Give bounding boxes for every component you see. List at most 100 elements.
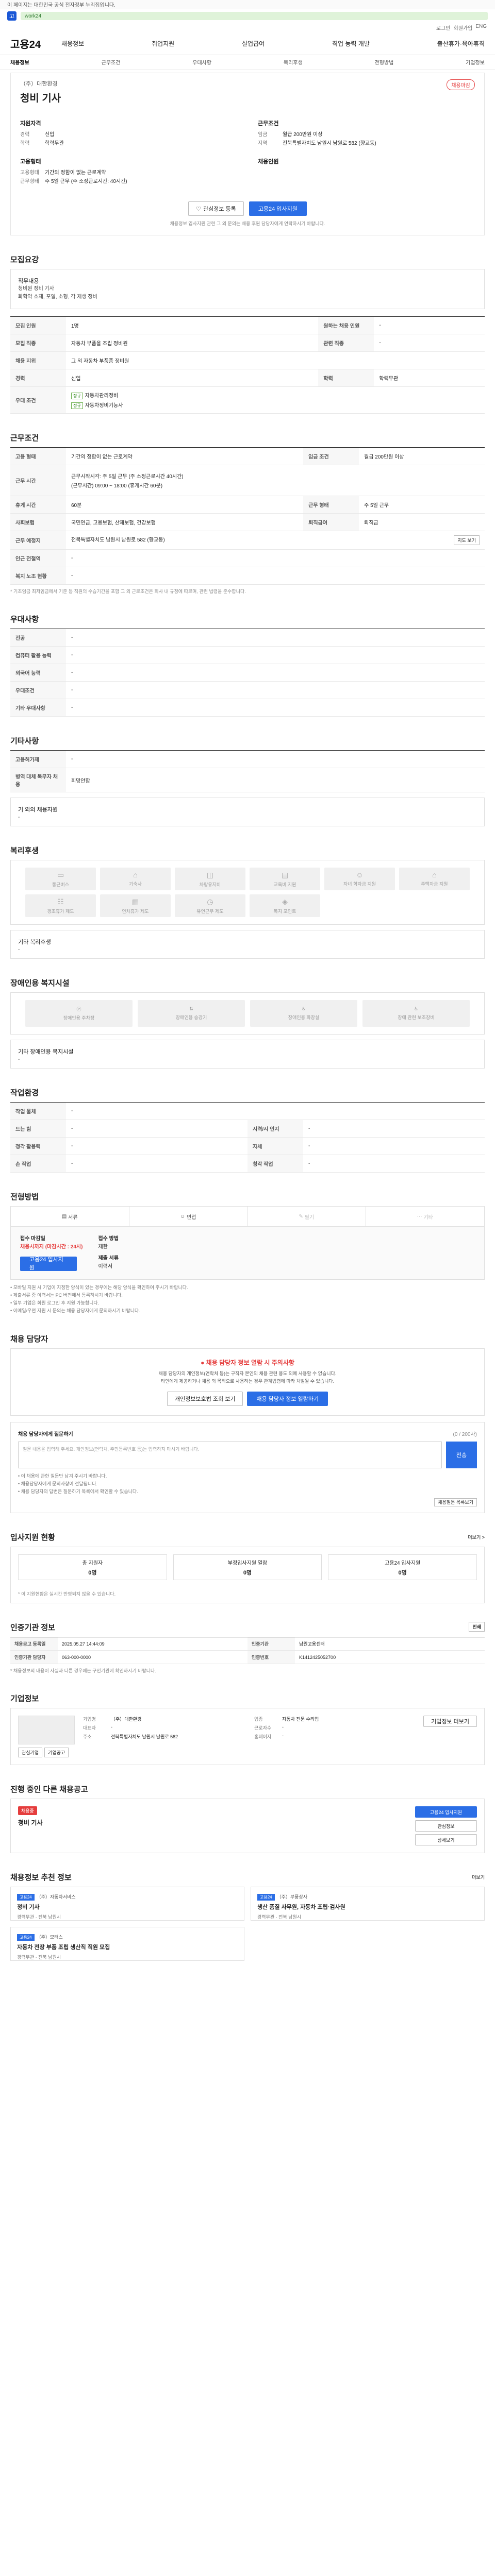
table-value: - (303, 1155, 485, 1173)
table-value: 월급 200만원 이상 (359, 447, 485, 465)
table-key: 기타 우대사항 (10, 699, 66, 717)
section-title: 우대사항 (10, 615, 39, 624)
other-extra-box: 기 외의 채용자원 - (10, 798, 485, 826)
question-send-button[interactable]: 전송 (446, 1442, 477, 1468)
util-links: 로그인 회원가입 ENG (0, 23, 495, 32)
privacy-law-button[interactable]: 개인정보보호법 조회 보기 (167, 1392, 243, 1406)
table-row: 사회보험 국민연금, 고용보험, 산재보험, 건강보험 퇴직급여 퇴직금 (10, 513, 485, 531)
ongoing-title[interactable]: 청비 기사 (18, 1818, 43, 1827)
table-row: 병역 대체 복무자 채용 희망안함 (10, 768, 485, 792)
condition-table: 고용 형태 기간의 정함이 없는 근로계약 임금 조건 월급 200만원 이상 근무 … (10, 447, 485, 585)
table-row: 근무 예정지 전북특별자치도 남원시 남원로 582 (향교동) 지도 보기 (10, 531, 485, 550)
gnb-item[interactable]: 채용정보 (61, 39, 84, 48)
table-value: - (66, 1137, 248, 1155)
section-title: 기타사항 (10, 737, 39, 745)
welfare-label: 경조휴가 제도 (47, 908, 74, 914)
bullet-line: • 일부 기업은 회원 로그인 후 지원 가능합니다. (10, 1300, 100, 1306)
table-value: 국민연금, 고용보험, 산재보험, 건강보험 (66, 513, 304, 531)
gnb-item[interactable]: 실업급여 (242, 39, 265, 48)
login-link[interactable]: 로그인 (436, 24, 451, 31)
ongoing-scrap-button[interactable]: 관심정보 (415, 1820, 477, 1832)
welfare-housing: ⌂ 주택자금 지원 (399, 868, 470, 890)
ongoing-apply-button[interactable]: 고용24 입사지원 (415, 1806, 477, 1818)
summary-headcount: 채용인원 (258, 157, 475, 186)
question-input[interactable]: 질문 내용을 입력해 주세요. 개인정보(연락처, 주민등록번호 등)는 입력하… (18, 1442, 442, 1468)
list-item[interactable]: 고용24 （주）모터스 자동차 전장 부품 조립 생산직 직원 모집 경력무관 ·… (10, 1927, 244, 1961)
table-value: - (66, 1155, 248, 1173)
apply-button-2[interactable]: 고용24 입사지원 (20, 1257, 77, 1271)
company-more-button[interactable]: 기업정보 더보기 (423, 1716, 477, 1727)
ongoing-detail-button[interactable]: 상세보기 (415, 1834, 477, 1845)
site-logo-icon[interactable]: 고 (7, 11, 16, 21)
table-value: - (66, 681, 485, 699)
table-key: 채용공고 등록일 (10, 1637, 58, 1650)
section-title: 작업환경 (10, 1089, 39, 1097)
gov-notice-text: 이 페이지는 대한민국 공식 전자정부 누리집입니다. (7, 3, 116, 8)
tab-welfare[interactable]: 복리후생 (284, 58, 303, 66)
welfare-label: 통근버스 (52, 882, 70, 887)
tab-company[interactable]: 기업정보 (466, 58, 485, 66)
welfare-extra-box: 기타 복리후생 - (10, 930, 485, 959)
step-label: 서류 (68, 1214, 78, 1221)
summary-key: 학력 (20, 141, 30, 146)
question-list-button[interactable]: 채용질문 목록보기 (434, 1498, 477, 1506)
table-value: K1412425052700 (299, 1654, 336, 1660)
signup-link[interactable]: 회원가입 (454, 24, 473, 31)
stat-value: 0명 (398, 1569, 407, 1576)
eng-link[interactable]: ENG (475, 24, 487, 31)
tab-method[interactable]: 전형방법 (375, 58, 394, 66)
welfare-point: ◈ 복지 포인트 (250, 894, 320, 917)
fav-company-button[interactable]: 관심기업 (18, 1748, 43, 1757)
elevator-icon: ⇅ (189, 1006, 193, 1011)
step-written: ✎ 필기 (248, 1207, 366, 1226)
table-key: 우대조건 (10, 681, 66, 699)
list-item[interactable]: 고용24 （주）자동차서비스 정비 기사 경력무관 · 전북 남원시 (10, 1887, 244, 1921)
list-item[interactable]: 고용24 （주）부품상사 생산 품질 사무원, 자동차 조립·검사원 경력무관 ·… (251, 1887, 485, 1921)
company-value: 전북특별자치도 남원시 남원로 582 (111, 1734, 178, 1739)
stat-view: 부정입사지원 열람 0명 (173, 1554, 322, 1580)
doc-value: 이력서 (98, 1264, 113, 1269)
gnb-item[interactable]: 취업지원 (152, 39, 174, 48)
welfare-edu: ▤ 교육비 지원 (250, 868, 320, 890)
person-icon: ☺ (180, 1213, 187, 1219)
table-key: 손 작업 (10, 1155, 66, 1173)
gnb-item[interactable]: 출산휴가·육아휴직 (437, 39, 485, 48)
section-tabs: 채용정보 근무조건 우대사항 복리후생 전형방법 기업정보 (0, 55, 495, 70)
table-row: 전공 - (10, 629, 485, 647)
step-label: 기타 (423, 1214, 433, 1221)
summary-heading: 근무조건 (258, 121, 279, 127)
table-row: 인근 전철역 - (10, 549, 485, 567)
recommend-more-link[interactable]: 더보기 (472, 1874, 485, 1880)
child-icon: ☺ (356, 871, 364, 879)
summary-value: 기간의 정함이 없는 근로계약 (45, 170, 106, 176)
tab-preference[interactable]: 우대사항 (192, 58, 211, 66)
table-row: 외국어 능력 - (10, 664, 485, 682)
status-more-link[interactable]: 더보기 > (468, 1534, 485, 1540)
more-icon: ⋯ (417, 1213, 424, 1219)
work-address: 전북특별자치도 남원시 남원로 582 (향교동) (71, 537, 165, 543)
address-bar[interactable]: work24 (21, 12, 488, 20)
job-item-title: 생산 품질 사무원, 자동차 조립·검사원 (257, 1904, 345, 1910)
scrap-button[interactable]: ♡ 관심정보 등록 (188, 201, 244, 216)
tab-recruit[interactable]: 채용정보 (10, 58, 29, 66)
table-value: 60분 (66, 496, 304, 514)
table-key: 드는 힘 (10, 1120, 66, 1138)
view-contact-button[interactable]: 채용 담당자 정보 열람하기 (247, 1392, 328, 1406)
tab-condition[interactable]: 근무조건 (102, 58, 121, 66)
section-title: 진행 중인 다른 채용공고 (10, 1785, 88, 1794)
company-name[interactable]: （주）대한환경 (20, 79, 61, 88)
print-button[interactable]: 인쇄 (469, 1622, 485, 1632)
welfare-label: 유연근무 제도 (196, 908, 224, 914)
welfare-child: ☺ 자녀 학자금 지원 (324, 868, 395, 890)
company-logo (18, 1716, 75, 1744)
brand-logo[interactable]: 고용24 (10, 36, 41, 51)
table-key: 우대 조건 (10, 386, 66, 414)
map-button[interactable]: 지도 보기 (454, 535, 480, 545)
apply-button[interactable]: 고용24 입사지원 (249, 201, 307, 216)
job-pill: 고용24 (17, 1894, 35, 1901)
section-title-text: 인증기관 정보 (10, 1623, 55, 1632)
question-counter: (0 / 200자) (453, 1432, 477, 1437)
gift-icon: ◈ (282, 897, 288, 906)
company-jobs-button[interactable]: 기업공고 (44, 1748, 69, 1757)
gnb-item[interactable]: 직업 능력 개발 (332, 39, 370, 48)
